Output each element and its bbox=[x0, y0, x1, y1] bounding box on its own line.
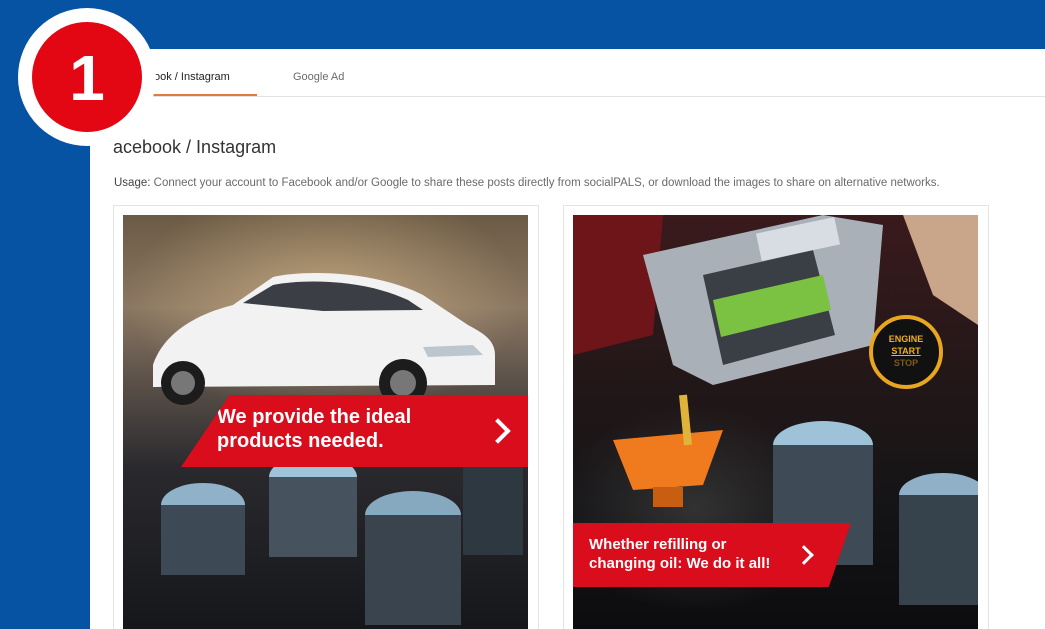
section-title: acebook / Instagram bbox=[113, 137, 276, 158]
step-badge: 1 bbox=[18, 8, 156, 146]
tab-label: Google Ad bbox=[293, 71, 345, 83]
post-banner: We provide the ideal products needed. bbox=[181, 395, 528, 467]
stop-label: STOP bbox=[893, 358, 919, 368]
chevron-right-icon bbox=[794, 545, 814, 565]
usage-text: Connect your account to Facebook and/or … bbox=[153, 177, 940, 189]
tab-bar: ook / Instagram Google Ad bbox=[90, 49, 1045, 97]
banner-line-1: Whether refilling or bbox=[589, 536, 727, 553]
post-card[interactable]: ENGINE START STOP Whether refilling or c… bbox=[563, 205, 989, 629]
step-number: 1 bbox=[32, 22, 142, 132]
section-title-text: acebook / Instagram bbox=[113, 137, 277, 157]
content-panel: ook / Instagram Google Ad acebook / Inst… bbox=[90, 49, 1045, 629]
start-label: START bbox=[891, 346, 921, 356]
usage-note: Usage: Connect your account to Facebook … bbox=[114, 177, 940, 189]
banner-line-2: changing oil: We do it all! bbox=[589, 555, 771, 572]
motor-oil-and-pistons-image: ENGINE START STOP Whether refilling or c… bbox=[573, 215, 978, 629]
banner-line-2: products needed. bbox=[217, 430, 384, 452]
tab-google-ad[interactable]: Google Ad bbox=[293, 49, 373, 95]
post-banner: Whether refilling or changing oil: We do… bbox=[573, 523, 851, 587]
car-and-pistons-image: We provide the ideal products needed. bbox=[123, 215, 528, 629]
engine-label: ENGINE bbox=[888, 334, 924, 344]
tab-facebook-instagram[interactable]: ook / Instagram bbox=[150, 49, 257, 95]
engine-start-button-graphic: ENGINE START STOP bbox=[869, 315, 943, 389]
chevron-right-icon bbox=[485, 418, 511, 444]
banner-line-1: We provide the ideal bbox=[217, 406, 412, 428]
post-card[interactable]: We provide the ideal products needed. bbox=[113, 205, 539, 629]
active-tab-indicator bbox=[150, 94, 257, 96]
usage-label: Usage: bbox=[114, 177, 151, 189]
tab-label: ook / Instagram bbox=[154, 71, 230, 83]
